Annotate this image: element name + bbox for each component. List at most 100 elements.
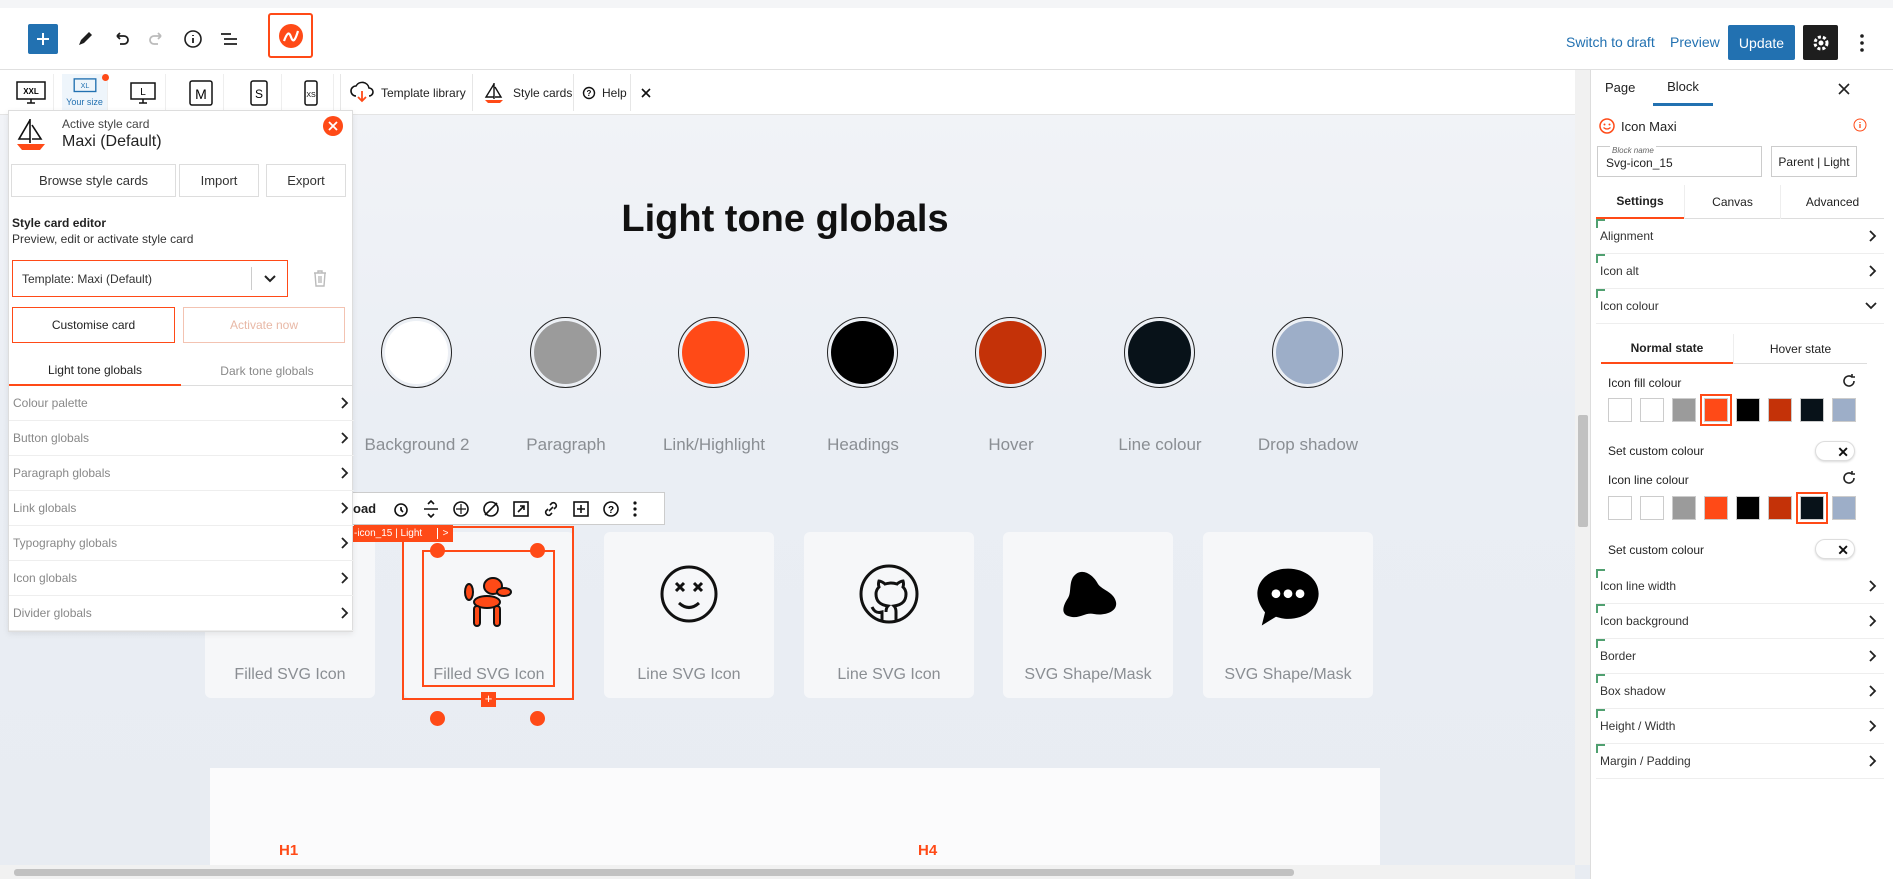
- section-colour-palette[interactable]: Colour palette: [9, 386, 354, 421]
- line-swatch-1[interactable]: [1640, 496, 1664, 520]
- add-block-button[interactable]: [28, 24, 58, 54]
- resize-handle[interactable]: [430, 543, 445, 558]
- add-block-below-button[interactable]: +: [481, 692, 496, 707]
- breadcrumb-arrow[interactable]: >: [437, 528, 453, 539]
- section-icon-globals[interactable]: Icon globals: [9, 561, 354, 596]
- close-icon[interactable]: [1838, 83, 1850, 95]
- toolbar-icon-settings[interactable]: [386, 494, 416, 524]
- settings-button[interactable]: [1803, 25, 1838, 60]
- tab-dark-tone-globals[interactable]: Dark tone globals: [181, 356, 353, 386]
- breakpoint-xxl[interactable]: XXL: [8, 74, 54, 111]
- toolbar-alignment[interactable]: [416, 494, 446, 524]
- line-swatch-0[interactable]: [1608, 496, 1632, 520]
- resize-handle[interactable]: [530, 543, 545, 558]
- fill-swatch-5[interactable]: [1768, 398, 1792, 422]
- list-view-button[interactable]: [214, 24, 244, 54]
- panel-margin-padding[interactable]: Margin / Padding: [1596, 744, 1884, 779]
- toolbar-size[interactable]: [506, 494, 536, 524]
- toolbar-link[interactable]: [536, 494, 566, 524]
- maxi-logo-button[interactable]: [268, 13, 313, 58]
- line-swatch-5[interactable]: [1768, 496, 1792, 520]
- import-button[interactable]: Import: [179, 164, 259, 197]
- toolbar-duplicate[interactable]: [566, 494, 596, 524]
- line-swatch-2[interactable]: [1672, 496, 1696, 520]
- breakpoint-m[interactable]: M: [178, 74, 224, 111]
- close-panel-button[interactable]: [323, 116, 343, 136]
- line-swatch-6-selected[interactable]: [1796, 492, 1828, 524]
- toolbar-more[interactable]: [626, 494, 644, 524]
- tab-advanced[interactable]: Advanced: [1780, 185, 1884, 219]
- redo-button[interactable]: [142, 24, 172, 54]
- options-menu-button[interactable]: [1852, 28, 1872, 58]
- panel-icon-alt[interactable]: Icon alt: [1596, 254, 1884, 289]
- panel-icon-line-width[interactable]: Icon line width: [1596, 569, 1884, 604]
- toolbar-help[interactable]: ?: [596, 494, 626, 524]
- fill-swatch-7[interactable]: [1832, 398, 1856, 422]
- help-button[interactable]: ? Help: [573, 74, 635, 111]
- fill-swatch-0[interactable]: [1608, 398, 1632, 422]
- block-breadcrumb-tag[interactable]: -icon_15 | Light >: [350, 525, 453, 542]
- vertical-scroll-thumb[interactable]: [1578, 415, 1588, 527]
- info-icon[interactable]: [1853, 118, 1867, 132]
- fill-swatch-4[interactable]: [1736, 398, 1760, 422]
- update-button[interactable]: Update: [1728, 25, 1795, 60]
- tab-block[interactable]: Block: [1653, 70, 1713, 106]
- export-button[interactable]: Export: [266, 164, 346, 197]
- section-link-globals[interactable]: Link globals: [9, 491, 354, 526]
- customise-card-button[interactable]: Customise card: [12, 307, 175, 343]
- toolbar-fill[interactable]: [446, 494, 476, 524]
- section-typography-globals[interactable]: Typography globals: [9, 526, 354, 561]
- template-select[interactable]: Template: Maxi (Default): [12, 260, 288, 297]
- line-custom-colour-toggle[interactable]: ✕: [1815, 539, 1855, 559]
- tools-button[interactable]: [70, 24, 100, 54]
- panel-box-shadow[interactable]: Box shadow: [1596, 674, 1884, 709]
- tab-canvas[interactable]: Canvas: [1684, 185, 1780, 219]
- breakpoint-l[interactable]: L: [120, 74, 166, 111]
- reset-icon[interactable]: [1841, 470, 1857, 486]
- section-paragraph-globals[interactable]: Paragraph globals: [9, 456, 354, 491]
- close-toolbar-button[interactable]: [630, 74, 660, 111]
- panel-border[interactable]: Border: [1596, 639, 1884, 674]
- icon-card[interactable]: SVG Shape/Mask: [1003, 532, 1173, 698]
- line-swatch-4[interactable]: [1736, 496, 1760, 520]
- breakpoint-xl[interactable]: XL Your size: [62, 74, 109, 111]
- fill-swatch-3-selected[interactable]: [1700, 394, 1732, 426]
- icon-card[interactable]: SVG Shape/Mask: [1203, 532, 1373, 698]
- toolbar-upload-label[interactable]: oad: [351, 501, 386, 516]
- icon-card[interactable]: Line SVG Icon: [604, 532, 774, 698]
- tab-hover-state[interactable]: Hover state: [1733, 334, 1867, 364]
- fill-swatch-6[interactable]: [1800, 398, 1824, 422]
- resize-handle[interactable]: [430, 711, 445, 726]
- tab-light-tone-globals[interactable]: Light tone globals: [9, 356, 181, 386]
- block-name-field[interactable]: Block name Svg-icon_15: [1597, 146, 1762, 177]
- activate-now-button[interactable]: Activate now: [183, 307, 345, 343]
- details-button[interactable]: [178, 24, 208, 54]
- style-cards-button[interactable]: Style cards: [472, 74, 580, 111]
- horizontal-scroll-thumb[interactable]: [14, 869, 1294, 876]
- resize-handle[interactable]: [530, 711, 545, 726]
- section-button-globals[interactable]: Button globals: [9, 421, 354, 456]
- breakpoint-s[interactable]: S: [236, 74, 282, 111]
- toolbar-line[interactable]: [476, 494, 506, 524]
- tab-settings[interactable]: Settings: [1596, 185, 1684, 219]
- browse-style-cards-button[interactable]: Browse style cards: [11, 164, 176, 197]
- fill-custom-colour-toggle[interactable]: ✕: [1815, 441, 1855, 461]
- switch-to-draft-link[interactable]: Switch to draft: [1566, 34, 1655, 50]
- panel-alignment[interactable]: Alignment: [1596, 219, 1884, 254]
- parent-block-button[interactable]: Parent | Light: [1771, 146, 1857, 177]
- panel-icon-colour[interactable]: Icon colour: [1596, 289, 1884, 324]
- fill-swatch-2[interactable]: [1672, 398, 1696, 422]
- tab-page[interactable]: Page: [1605, 80, 1635, 95]
- fill-swatch-1[interactable]: [1640, 398, 1664, 422]
- reset-icon[interactable]: [1841, 373, 1857, 389]
- line-swatch-7[interactable]: [1832, 496, 1856, 520]
- tab-normal-state[interactable]: Normal state: [1601, 334, 1733, 364]
- section-divider-globals[interactable]: Divider globals: [9, 596, 354, 631]
- breakpoint-xs[interactable]: XS: [288, 74, 334, 111]
- line-swatch-3[interactable]: [1704, 496, 1728, 520]
- panel-height-width[interactable]: Height / Width: [1596, 709, 1884, 744]
- template-library-button[interactable]: Template library: [340, 74, 474, 111]
- panel-icon-background[interactable]: Icon background: [1596, 604, 1884, 639]
- undo-button[interactable]: [106, 24, 136, 54]
- trash-icon[interactable]: [311, 268, 329, 288]
